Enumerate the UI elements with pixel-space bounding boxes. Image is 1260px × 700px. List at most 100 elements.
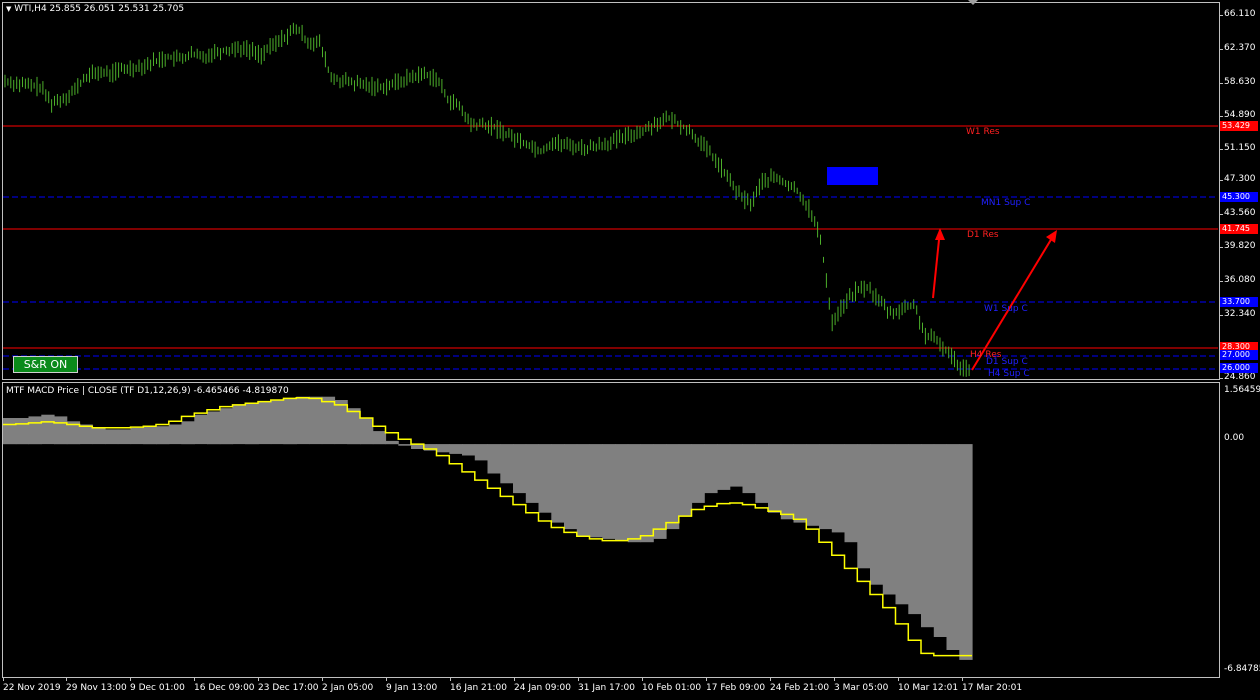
time-axis-label: 31 Jan 17:00 [578, 683, 635, 693]
price-axis-label: 51.150 [1224, 143, 1256, 153]
macd-histogram-bar [487, 444, 501, 474]
time-axis-label: 2 Jan 05:00 [322, 683, 374, 693]
price-axis-label: 36.080 [1224, 275, 1256, 285]
macd-histogram-bar [768, 444, 782, 513]
time-axis-label: 9 Dec 01:00 [130, 683, 185, 693]
price-axis-tick [1219, 149, 1223, 150]
triangle-down-icon[interactable]: ▼ [6, 5, 11, 13]
macd-histogram-bar [653, 444, 667, 539]
time-axis-tick [322, 677, 323, 681]
sr-level-label: H4 Sup C [988, 369, 1030, 379]
price-level-tag: 27.000 [1220, 350, 1258, 360]
arrow-head-1-icon [935, 228, 945, 240]
indicator-title: MTF MACD Price | CLOSE (TF D1,12,26,9) -… [6, 386, 289, 396]
time-axis-label: 24 Jan 09:00 [514, 683, 571, 693]
price-level-tag: 41.745 [1220, 224, 1258, 234]
macd-histogram-bar [156, 426, 170, 445]
time-axis-tick [258, 677, 259, 681]
macd-histogram-bar [525, 444, 540, 503]
time-axis-label: 3 Mar 05:00 [834, 683, 889, 693]
macd-histogram-bar [844, 444, 858, 543]
sr-level-label: D1 Sup C [986, 357, 1028, 367]
macd-histogram-bar [602, 444, 616, 539]
time-axis-label: 16 Dec 09:00 [194, 683, 255, 693]
price-axis-label: 66.110 [1224, 9, 1256, 19]
macd-histogram-bar [105, 429, 119, 445]
macd-histogram-bar [640, 444, 654, 543]
macd-histogram-bar [181, 421, 195, 445]
price-axis-tick [1219, 378, 1223, 379]
macd-histogram-bar [334, 400, 348, 445]
macd-histogram-bar [551, 444, 565, 523]
price-axis-tick [1219, 83, 1223, 84]
price-axis-label: 47.300 [1224, 174, 1256, 184]
time-axis-tick [962, 677, 963, 681]
macd-histogram-bar [194, 414, 208, 445]
macd-histogram-bar [729, 444, 744, 487]
highlight-zone [827, 167, 878, 185]
time-axis-label: 17 Feb 09:00 [706, 683, 766, 693]
macd-histogram-bar [321, 396, 336, 445]
macd-histogram-bar [742, 444, 756, 494]
time-axis-label: 10 Feb 01:00 [642, 683, 702, 693]
macd-histogram-bar [755, 444, 769, 503]
macd-histogram-bar [564, 444, 578, 530]
price-axis-tick [1219, 116, 1223, 117]
macd-histogram-bar [15, 418, 30, 445]
macd-histogram-bar [347, 408, 361, 445]
macd-axis-top: 1.56459 [1224, 385, 1260, 395]
price-axis-label: 43.560 [1224, 208, 1256, 218]
macd-histogram-bar [360, 418, 374, 445]
time-axis-tick [898, 677, 899, 681]
macd-histogram-bar [691, 444, 705, 503]
time-axis-tick [514, 677, 515, 681]
macd-histogram-bar [793, 444, 807, 523]
macd-histogram-bar [462, 444, 476, 456]
time-axis-label: 23 Dec 17:00 [258, 683, 319, 693]
macd-histogram-bar [627, 444, 642, 543]
projection-arrow-1 [932, 229, 941, 299]
time-axis-tick [194, 677, 195, 681]
macd-histogram-bar [309, 396, 323, 445]
macd-histogram-bar [921, 444, 935, 628]
price-axis-label: 58.630 [1224, 77, 1256, 87]
time-axis-tick [386, 677, 387, 681]
macd-histogram-bar [589, 444, 603, 538]
macd-histogram-bar [385, 440, 399, 445]
macd-histogram-bar [819, 444, 833, 530]
macd-histogram-bar [882, 444, 897, 595]
time-axis-label: 10 Mar 12:01 [898, 683, 959, 693]
macd-histogram-bar [500, 444, 514, 484]
time-axis-label: 22 Nov 2019 [3, 683, 61, 693]
macd-histogram-bar [258, 401, 272, 445]
macd-histogram-bar [870, 444, 884, 585]
macd-histogram-bar [219, 408, 234, 445]
price-axis-label: 32.340 [1224, 309, 1256, 319]
time-axis-tick [770, 677, 771, 681]
macd-histogram-bar [245, 403, 259, 445]
macd-histogram [3, 396, 973, 660]
sr-level-label: MN1 Sup C [981, 198, 1031, 208]
macd-histogram-bar [615, 444, 629, 541]
macd-histogram-bar [513, 444, 527, 494]
macd-histogram-bar [143, 426, 157, 445]
time-axis-label: 29 Nov 13:00 [66, 683, 127, 693]
macd-histogram-bar [704, 444, 718, 494]
macd-histogram-bar [831, 444, 846, 533]
price-axis-label: 54.890 [1224, 110, 1256, 120]
time-axis-tick [642, 677, 643, 681]
macd-histogram-bar [92, 427, 106, 445]
macd-histogram-bar [857, 444, 871, 569]
macd-histogram-bar [398, 444, 412, 446]
macd-axis-zero: 0.00 [1224, 433, 1245, 443]
sr-level-label: D1 Res [967, 230, 999, 240]
sr-level-label: W1 Res [966, 127, 1000, 137]
macd-histogram-bar [283, 398, 297, 445]
sr-toggle-button[interactable]: S&R ON [13, 356, 78, 373]
macd-histogram-bar [436, 444, 450, 453]
price-axis-label: 39.820 [1224, 241, 1256, 251]
macd-histogram-bar [666, 444, 680, 530]
macd-histogram-bar [3, 418, 17, 445]
macd-histogram-bar [678, 444, 693, 516]
macd-histogram-bar [717, 444, 731, 490]
